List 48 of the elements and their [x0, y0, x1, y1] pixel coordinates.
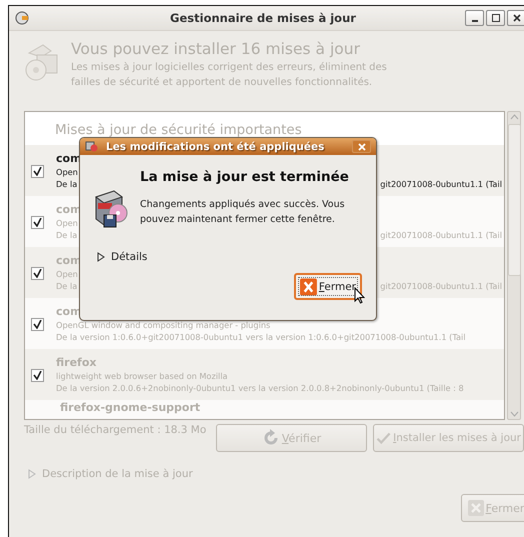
dialog-heading: La mise à jour est terminée	[140, 169, 350, 185]
version-text: git20071008-0ubuntu1.1 (Tail	[380, 178, 502, 190]
maximize-icon	[492, 14, 500, 22]
close-button[interactable]	[507, 10, 524, 26]
dialog-app-icon	[85, 140, 98, 153]
dialog-message: Changements appliqués avec succès. Vous pouvez maintenant fermer cette fenêtre.	[140, 198, 346, 226]
minimize-button[interactable]	[465, 10, 484, 26]
package-name: firefox	[56, 355, 96, 370]
mouse-pointer-icon	[354, 287, 365, 304]
close-icon	[358, 142, 366, 150]
refresh-icon	[262, 429, 280, 447]
app-icon	[15, 11, 29, 25]
package-description: lightweight web browser based on Mozilla	[56, 370, 228, 382]
checkbox[interactable]	[31, 267, 44, 280]
package-description: OpenGL window and compositing manager - plugins	[56, 319, 270, 331]
header-heading: Vous pouvez installer 16 mises à jour	[71, 40, 361, 58]
section-heading: Mises à jour de sécurité importantes	[54, 121, 303, 140]
checkbox[interactable]	[31, 216, 44, 229]
triangle-icon	[28, 469, 36, 479]
package-description: Open	[56, 268, 78, 280]
description-expander[interactable]: Description de la mise à jour	[9, 452, 524, 480]
x-icon	[300, 278, 317, 296]
package-description: Open	[56, 166, 78, 178]
close-dialog-button[interactable]: Fermer	[294, 273, 362, 300]
x-icon	[468, 500, 484, 516]
package-name: firefox-gnome-support	[60, 400, 200, 415]
version-text: De la	[56, 229, 78, 241]
package-disk-icon	[92, 189, 130, 229]
checkbox[interactable]	[31, 318, 44, 331]
download-size: Taille du téléchargement : 18.3 Mo	[24, 424, 208, 436]
details-expander[interactable]: Détails	[80, 229, 376, 263]
checkbox[interactable]	[31, 369, 44, 382]
triangle-icon	[97, 252, 105, 262]
version-text: De la version 2.0.0.6+2nobinonly-0ubuntu1 vers la version 2.0.0.8+2nobinonly-0ubuntu1 (Taille : 8	[56, 382, 464, 394]
version-text: De la	[56, 280, 78, 292]
checkbox[interactable]	[31, 165, 44, 178]
close-icon	[512, 14, 520, 22]
window-title: Gestionnaire de mises à jour	[170, 11, 356, 25]
update-row[interactable]: firefox lightweight web browser based on Mozilla De la version 2.0.0.6+2nobinonly-0ubuntu1 vers la version 2.0.0.8+2nobinonly-0ubuntu1 (Taille : 8	[25, 349, 504, 400]
dialog-title: Les modifications ont été appliquées	[106, 140, 326, 152]
maximize-button[interactable]	[486, 10, 505, 26]
header-text: Les mises à jour logicielles corrigent des erreurs, éliminent des failles de sécurité et apportent de nouvelles fonctionnalités.	[71, 61, 388, 90]
checkmark-icon	[376, 430, 392, 446]
package-description: Open	[56, 217, 78, 229]
version-text: git20071008-0ubuntu1.1 (Tail	[380, 229, 502, 241]
version-text: git20071008-0ubuntu1.1 (Tail	[380, 280, 502, 292]
version-text: De la version 1:0.6.0+git20071008-0ubuntu1 vers la version 1:0.6.0+git20071008-0ubuntu1.1 (Tail	[56, 331, 466, 343]
version-text: De la	[56, 178, 78, 190]
